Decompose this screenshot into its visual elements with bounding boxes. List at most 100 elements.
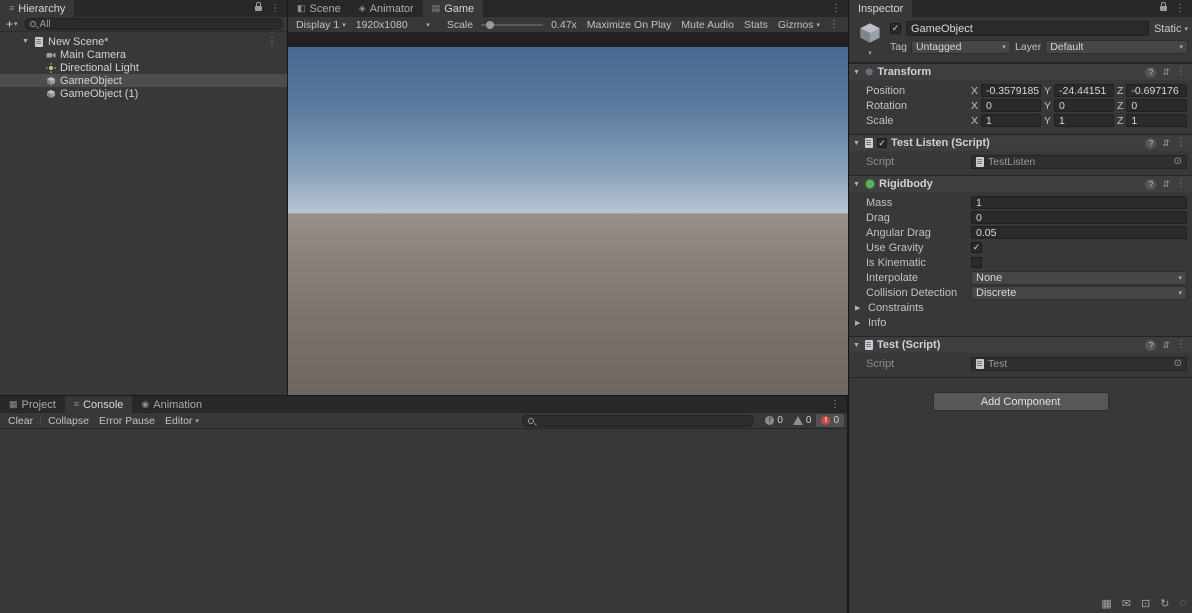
preset-icon[interactable]: ⇵: [1162, 67, 1170, 78]
collision-detection-dropdown[interactable]: Discrete ▾: [971, 285, 1187, 300]
mute-audio-button[interactable]: Mute Audio: [676, 19, 739, 31]
error-pause-toggle[interactable]: Error Pause: [94, 413, 160, 428]
icon-picker-chevron-icon[interactable]: ▾: [868, 49, 872, 57]
tab-project[interactable]: ▦ Project: [0, 396, 65, 413]
static-dropdown[interactable]: Static ▾: [1154, 23, 1188, 35]
mass-field[interactable]: 1: [971, 196, 1187, 209]
foldout-open-icon[interactable]: ▼: [853, 140, 861, 147]
editor-dropdown[interactable]: Editor ▾: [160, 413, 204, 428]
interpolate-dropdown[interactable]: None ▾: [971, 270, 1187, 285]
display-dropdown[interactable]: Display 1 ▾: [291, 17, 351, 32]
lock-icon[interactable]: [255, 2, 262, 11]
gameobject-cube-icon[interactable]: [858, 21, 882, 48]
info-foldout[interactable]: ▶ Info: [849, 315, 1188, 330]
preset-icon[interactable]: ⇵: [1162, 138, 1170, 149]
help-icon[interactable]: ?: [1145, 137, 1157, 149]
package-status-icon[interactable]: ⊡: [1141, 597, 1150, 610]
name-field[interactable]: GameObject: [906, 21, 1149, 36]
test-script-header[interactable]: ▼ Test (Script) ? ⇵ ⋮: [849, 336, 1192, 353]
collapse-toggle[interactable]: Collapse: [43, 413, 94, 428]
refresh-icon[interactable]: ↻: [1160, 597, 1169, 610]
game-toolbar-menu[interactable]: ⋮: [825, 19, 843, 30]
hierarchy-search-input[interactable]: All: [23, 18, 283, 30]
rotation-z-field[interactable]: 0: [1126, 99, 1187, 112]
component-enabled-checkbox[interactable]: ✓: [877, 138, 887, 148]
scale-slider[interactable]: [481, 20, 544, 29]
rotation-y-field[interactable]: 0: [1054, 99, 1114, 112]
console-search-input[interactable]: [522, 414, 755, 427]
tab-inspector[interactable]: Inspector: [849, 0, 913, 17]
console-log-area[interactable]: [0, 429, 847, 613]
warning-filter-toggle[interactable]: 0: [788, 414, 817, 427]
hierarchy-item-main-camera[interactable]: Main Camera: [0, 48, 287, 61]
tab-console[interactable]: ≡ Console: [64, 396, 133, 413]
tab-animation[interactable]: ◉ Animation: [132, 396, 211, 413]
scale-x-field[interactable]: 1: [981, 114, 1041, 127]
is-kinematic-checkbox[interactable]: [971, 257, 982, 268]
position-x-field[interactable]: -0.3579185: [981, 84, 1041, 97]
position-z-field[interactable]: -0.697176: [1126, 84, 1187, 97]
component-menu-icon[interactable]: ⋮: [1176, 138, 1186, 148]
preset-icon[interactable]: ⇵: [1162, 340, 1170, 351]
help-icon[interactable]: ?: [1145, 66, 1157, 78]
scale-y-field[interactable]: 1: [1054, 114, 1114, 127]
tab-scene[interactable]: ◧ Scene: [288, 0, 350, 17]
create-button[interactable]: + ▾: [4, 17, 20, 31]
grid-status-icon[interactable]: ▦: [1101, 597, 1111, 610]
game-render[interactable]: [288, 47, 848, 395]
script-label: Script: [866, 357, 895, 370]
scene-menu-icon[interactable]: ⋮: [267, 36, 287, 47]
use-gravity-checkbox[interactable]: ✓: [971, 242, 982, 253]
component-menu-icon[interactable]: ⋮: [1176, 340, 1186, 350]
resolution-dropdown[interactable]: 1920x1080 ▾: [351, 17, 435, 32]
foldout-open-icon[interactable]: ▼: [853, 69, 861, 76]
progress-icon[interactable]: ◌: [1179, 597, 1186, 610]
hierarchy-item-gameobject-1[interactable]: GameObject (1): [0, 87, 287, 100]
test-listen-header[interactable]: ▼ ✓ Test Listen (Script) ? ⇵ ⋮: [849, 134, 1192, 151]
lock-icon[interactable]: [1160, 2, 1167, 11]
position-y-field[interactable]: -24.44151: [1054, 84, 1114, 97]
stats-button[interactable]: Stats: [739, 19, 773, 31]
angular-drag-field[interactable]: 0.05: [971, 226, 1187, 239]
scene-row[interactable]: ▼ New Scene* ⋮: [0, 35, 287, 48]
rotation-x-field[interactable]: 0: [981, 99, 1041, 112]
script-object-field[interactable]: Test ⊙: [971, 356, 1187, 371]
drag-field[interactable]: 0: [971, 211, 1187, 224]
script-object-field[interactable]: TestListen ⊙: [971, 154, 1187, 169]
hierarchy-item-directional-light[interactable]: Directional Light: [0, 61, 287, 74]
tab-game[interactable]: ▤ Game: [422, 0, 484, 17]
mail-icon[interactable]: ✉: [1122, 597, 1131, 610]
info-filter-toggle[interactable]: ! 0: [760, 414, 788, 427]
tag-dropdown[interactable]: Untagged ▾: [910, 40, 1011, 54]
clear-button[interactable]: Clear: [3, 413, 38, 428]
gizmos-dropdown[interactable]: Gizmos ▾: [773, 19, 825, 31]
foldout-open-icon[interactable]: ▼: [853, 342, 861, 349]
hierarchy-item-gameobject[interactable]: GameObject: [0, 74, 287, 87]
error-filter-toggle[interactable]: ! 0: [816, 414, 844, 427]
constraints-foldout[interactable]: ▶ Constraints: [849, 300, 1188, 315]
hierarchy-menu-icon[interactable]: ⋮: [270, 3, 280, 14]
console-menu-icon[interactable]: ⋮: [830, 399, 840, 410]
rigidbody-header[interactable]: ▼ Rigidbody ? ⇵ ⋮: [849, 175, 1192, 192]
active-checkbox[interactable]: ✓: [890, 23, 901, 34]
foldout-open-icon[interactable]: ▼: [22, 38, 30, 45]
help-icon[interactable]: ?: [1145, 178, 1157, 190]
layer-dropdown[interactable]: Default ▾: [1045, 40, 1188, 54]
tab-animator[interactable]: ◈ Animator: [350, 0, 423, 17]
game-viewport[interactable]: [288, 33, 848, 395]
game-menu-icon[interactable]: ⋮: [831, 3, 841, 14]
transform-header[interactable]: ▼ ⊕ Transform ? ⇵ ⋮: [849, 63, 1192, 80]
scale-slider-knob[interactable]: [486, 20, 495, 29]
scale-z-field[interactable]: 1: [1126, 114, 1187, 127]
tab-hierarchy[interactable]: ≡ Hierarchy: [0, 0, 75, 17]
object-picker-icon[interactable]: ⊙: [1174, 156, 1182, 167]
maximize-on-play-button[interactable]: Maximize On Play: [582, 19, 677, 31]
component-menu-icon[interactable]: ⋮: [1176, 67, 1186, 77]
foldout-open-icon[interactable]: ▼: [853, 181, 861, 188]
object-picker-icon[interactable]: ⊙: [1174, 358, 1182, 369]
inspector-menu-icon[interactable]: ⋮: [1175, 3, 1185, 14]
help-icon[interactable]: ?: [1145, 339, 1157, 351]
preset-icon[interactable]: ⇵: [1162, 179, 1170, 190]
component-menu-icon[interactable]: ⋮: [1176, 179, 1186, 189]
add-component-button[interactable]: Add Component: [932, 392, 1109, 411]
